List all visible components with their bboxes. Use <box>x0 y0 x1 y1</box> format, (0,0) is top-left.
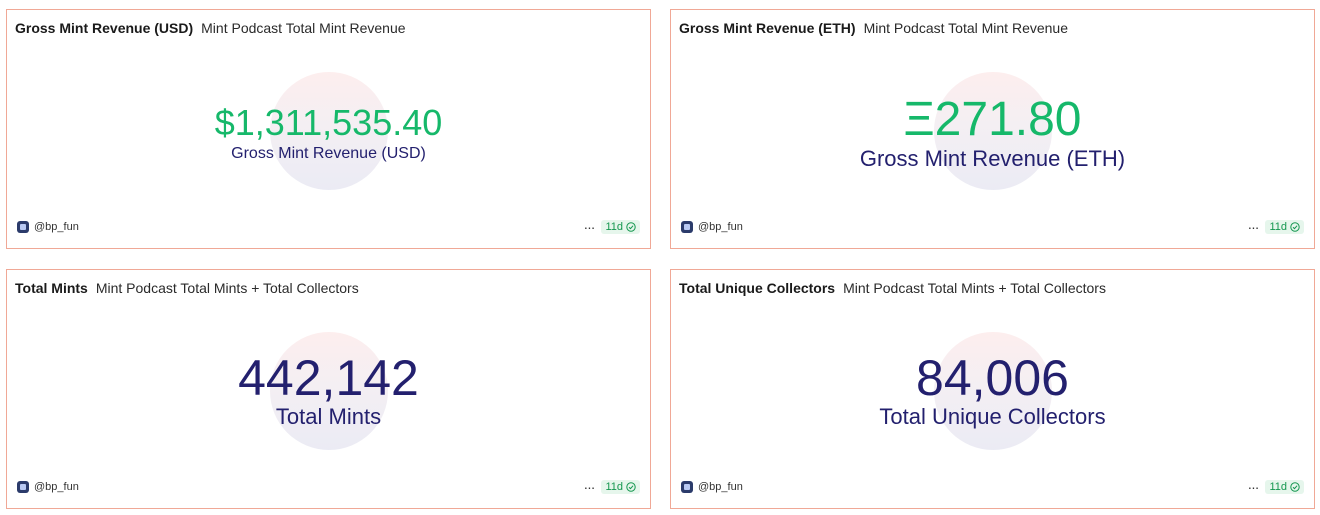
user-avatar-icon <box>17 481 29 493</box>
age-text: 11d <box>1269 481 1287 493</box>
card-footer: @bp_fun ··· 11d <box>17 219 640 239</box>
owner-link[interactable]: @bp_fun <box>681 221 743 233</box>
counter: 442,142 Total Mints <box>7 352 650 430</box>
counter-label: Gross Mint Revenue (USD) <box>231 145 426 162</box>
card-header: Gross Mint Revenue (ETH) Mint Podcast Tot… <box>679 20 1068 36</box>
age-text: 11d <box>605 481 623 493</box>
owner-name[interactable]: @bp_fun <box>698 221 743 233</box>
footer-actions: ··· 11d <box>1247 219 1304 235</box>
card-footer: @bp_fun ··· 11d <box>681 219 1304 239</box>
card-subtitle[interactable]: Mint Podcast Total Mint Revenue <box>201 20 405 36</box>
counter-card-usd-revenue: Gross Mint Revenue (USD) Mint Podcast Tot… <box>6 9 651 249</box>
counter-value: Ξ271.80 <box>903 93 1082 146</box>
owner-link[interactable]: @bp_fun <box>17 221 79 233</box>
refresh-age-badge[interactable]: 11d <box>601 480 640 494</box>
check-circle-icon <box>626 222 636 232</box>
card-header: Total Unique Collectors Mint Podcast Tota… <box>679 280 1106 296</box>
footer-actions: ··· 11d <box>583 479 640 495</box>
owner-link[interactable]: @bp_fun <box>17 481 79 493</box>
counter-card-unique-collectors: Total Unique Collectors Mint Podcast Tota… <box>670 269 1315 509</box>
age-text: 11d <box>605 221 623 233</box>
counter-card-total-mints: Total Mints Mint Podcast Total Mints + To… <box>6 269 651 509</box>
check-circle-icon <box>626 482 636 492</box>
owner-name[interactable]: @bp_fun <box>698 481 743 493</box>
card-header: Total Mints Mint Podcast Total Mints + To… <box>15 280 359 296</box>
counter: Ξ271.80 Gross Mint Revenue (ETH) <box>671 95 1314 173</box>
refresh-age-badge[interactable]: 11d <box>601 220 640 234</box>
card-subtitle[interactable]: Mint Podcast Total Mints + Total Collect… <box>96 280 359 296</box>
more-options-icon[interactable]: ··· <box>583 479 595 495</box>
card-title[interactable]: Total Unique Collectors <box>679 280 835 296</box>
card-subtitle[interactable]: Mint Podcast Total Mints + Total Collect… <box>843 280 1106 296</box>
check-circle-icon <box>1290 222 1300 232</box>
refresh-age-badge[interactable]: 11d <box>1265 220 1304 234</box>
counter-value: 84,006 <box>916 350 1069 406</box>
check-circle-icon <box>1290 482 1300 492</box>
refresh-age-badge[interactable]: 11d <box>1265 480 1304 494</box>
counter: 84,006 Total Unique Collectors <box>671 352 1314 430</box>
card-subtitle[interactable]: Mint Podcast Total Mint Revenue <box>864 20 1068 36</box>
counter: $1,311,535.40 Gross Mint Revenue (USD) <box>7 102 650 164</box>
counter-label: Gross Mint Revenue (ETH) <box>859 146 1126 171</box>
more-options-icon[interactable]: ··· <box>1247 219 1259 235</box>
card-footer: @bp_fun ··· 11d <box>681 479 1304 499</box>
user-avatar-icon <box>681 221 693 233</box>
card-footer: @bp_fun ··· 11d <box>17 479 640 499</box>
counter-label: Total Unique Collectors <box>879 404 1106 429</box>
more-options-icon[interactable]: ··· <box>1247 479 1259 495</box>
more-options-icon[interactable]: ··· <box>583 219 595 235</box>
card-title[interactable]: Gross Mint Revenue (ETH) <box>679 20 856 36</box>
owner-link[interactable]: @bp_fun <box>681 481 743 493</box>
counter-value: 442,142 <box>238 350 419 406</box>
counter-card-eth-revenue: Gross Mint Revenue (ETH) Mint Podcast Tot… <box>670 9 1315 249</box>
card-title[interactable]: Total Mints <box>15 280 88 296</box>
owner-name[interactable]: @bp_fun <box>34 221 79 233</box>
card-header: Gross Mint Revenue (USD) Mint Podcast Tot… <box>15 20 406 36</box>
footer-actions: ··· 11d <box>1247 479 1304 495</box>
counter-label: Total Mints <box>275 404 382 429</box>
owner-name[interactable]: @bp_fun <box>34 481 79 493</box>
card-title[interactable]: Gross Mint Revenue (USD) <box>15 20 193 36</box>
user-avatar-icon <box>17 221 29 233</box>
user-avatar-icon <box>681 481 693 493</box>
footer-actions: ··· 11d <box>583 219 640 235</box>
counter-value: $1,311,535.40 <box>214 102 443 143</box>
age-text: 11d <box>1269 221 1287 233</box>
